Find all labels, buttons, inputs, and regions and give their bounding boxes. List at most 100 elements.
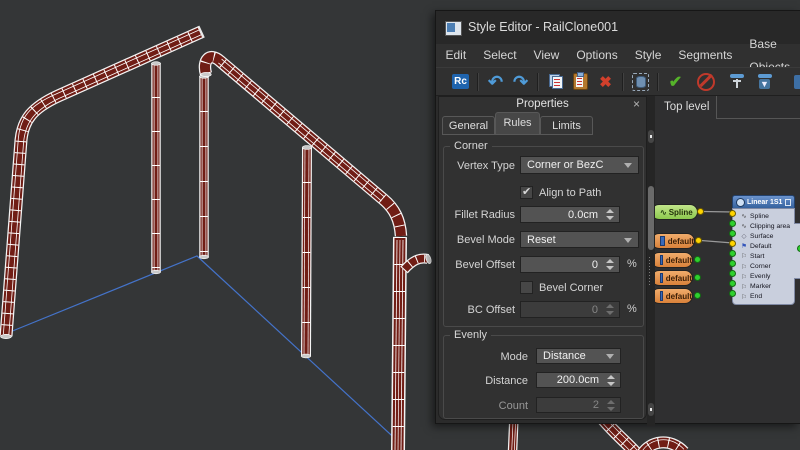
dock-top-icon[interactable]: [727, 72, 747, 92]
properties-scrollbar[interactable]: [647, 96, 655, 426]
node-default-1[interactable]: default: [655, 233, 695, 249]
generator-input-dot-spline[interactable]: [729, 210, 736, 217]
toolbar-separator: [622, 73, 624, 91]
node-canvas[interactable]: ∿ Spline default default: [655, 119, 800, 423]
splitter-grip[interactable]: [648, 257, 654, 285]
dock-down-icon[interactable]: ▼: [755, 72, 775, 92]
generator-input-row[interactable]: ⚐ Start: [740, 251, 794, 261]
fillet-radius-spinner[interactable]: [602, 207, 617, 222]
paste-icon[interactable]: [571, 72, 591, 92]
node-linear-generator[interactable]: Linear 1S1 ∿ Spline ∿ Clipping area: [732, 195, 795, 305]
generator-input-dot-corner[interactable]: [729, 260, 736, 267]
discard-icon[interactable]: [696, 72, 716, 92]
menu-segments[interactable]: Segments: [670, 44, 741, 67]
generator-input-dot-default[interactable]: [729, 240, 736, 247]
bevel-mode-dropdown[interactable]: Reset: [520, 231, 639, 248]
node-default-2-output-dot[interactable]: [694, 256, 701, 263]
toolbar-separator: [537, 73, 539, 91]
close-icon[interactable]: ×: [633, 97, 640, 112]
redo-icon[interactable]: ↷: [511, 72, 531, 92]
generator-input-row[interactable]: ∿ Clipping area: [740, 221, 794, 231]
segment-icon: [660, 273, 663, 283]
generator-input-dot-end[interactable]: [729, 290, 736, 297]
wireframe-post-c: [301, 146, 312, 358]
segment-icon: [660, 236, 665, 246]
menu-view[interactable]: View: [525, 44, 568, 67]
scroll-thumb[interactable]: [648, 186, 654, 250]
count-label: Count: [444, 398, 528, 414]
corner-group: Corner Vertex Type Corner or BezC Align …: [443, 146, 644, 327]
tab-limits[interactable]: Limits: [540, 116, 593, 135]
pin-icon[interactable]: [785, 199, 791, 206]
generator-input-row[interactable]: ⚑ Default: [740, 241, 794, 251]
fillet-radius-field[interactable]: 0.0cm: [520, 206, 620, 223]
node-default-3-output-dot[interactable]: [694, 274, 701, 281]
node-spline-output-dot[interactable]: [697, 208, 704, 215]
align-to-path-checkbox[interactable]: [520, 186, 533, 199]
node-default-2[interactable]: default: [655, 252, 693, 268]
bevel-offset-unit: %: [627, 258, 637, 270]
generator-input-row[interactable]: ⚐ Marker: [740, 282, 794, 292]
node-editor-tabbar: Top level: [655, 96, 800, 119]
chevron-down-icon: [624, 238, 632, 243]
flag-icon: ⚐: [740, 263, 748, 271]
bevel-corner-checkbox[interactable]: [520, 281, 533, 294]
mode-label: Mode: [444, 349, 528, 365]
generator-input-dot-start[interactable]: [729, 250, 736, 257]
segment-icon: [660, 255, 663, 265]
generator-header[interactable]: Linear 1S1: [732, 195, 795, 208]
tab-top-level[interactable]: Top level: [655, 96, 717, 119]
toolbar-separator: [657, 73, 659, 91]
array-record-icon[interactable]: [631, 72, 651, 92]
segment-icon: [660, 291, 663, 301]
bevel-offset-field[interactable]: 0: [520, 256, 620, 273]
node-default-4[interactable]: default: [655, 288, 693, 304]
style-editor-icon: [445, 21, 462, 36]
scroll-button-bottom[interactable]: [648, 403, 654, 416]
align-to-path-label: Align to Path: [539, 187, 601, 199]
distance-field[interactable]: 200.0cm: [536, 372, 621, 388]
undo-icon[interactable]: ↶: [486, 72, 506, 92]
generator-title: Linear 1S1: [747, 199, 782, 206]
generator-input-row[interactable]: ∿ Spline: [740, 211, 794, 221]
clipped-toolbar-icon[interactable]: [794, 75, 800, 89]
node-default-3[interactable]: default: [655, 270, 693, 286]
count-field: 2: [536, 397, 621, 413]
tab-rules[interactable]: Rules: [495, 112, 540, 135]
generator-icon: [736, 198, 745, 207]
menu-style[interactable]: Style: [626, 44, 670, 67]
railclone-logo-icon[interactable]: Rc: [451, 72, 471, 92]
vertex-type-dropdown[interactable]: Corner or BezC: [520, 156, 639, 174]
style-editor-window: Style Editor - RailClone001 Edit Select …: [435, 10, 800, 424]
node-default-4-output-dot[interactable]: [694, 292, 701, 299]
generator-input-row[interactable]: ◇ Surface: [740, 231, 794, 241]
delete-icon[interactable]: ✖: [596, 72, 616, 92]
bevel-offset-spinner[interactable]: [602, 257, 617, 272]
spline-curve-icon: ∿: [740, 222, 748, 230]
evenly-group-title: Evenly: [450, 329, 491, 341]
mode-dropdown[interactable]: Distance: [536, 348, 621, 364]
generator-input-dot-evenly[interactable]: [729, 270, 736, 277]
distance-spinner[interactable]: [603, 373, 618, 387]
menu-options[interactable]: Options: [568, 44, 626, 67]
bc-offset-spinner: [602, 302, 617, 317]
bevel-corner-label: Bevel Corner: [539, 282, 603, 294]
generator-input-row[interactable]: ⚐ End: [740, 292, 794, 302]
scroll-button-top[interactable]: [648, 130, 654, 143]
menu-select[interactable]: Select: [475, 44, 525, 67]
copy-icon[interactable]: [546, 72, 566, 92]
generator-input-dot-marker[interactable]: [729, 280, 736, 287]
apply-check-icon[interactable]: ✔: [666, 72, 686, 92]
node-default-1-output-dot[interactable]: [695, 237, 702, 244]
menu-edit[interactable]: Edit: [437, 44, 475, 67]
generator-input-dot-clipping[interactable]: [729, 220, 736, 227]
generator-input-row[interactable]: ⚐ Evenly: [740, 272, 794, 282]
flag-icon: ⚐: [740, 252, 748, 260]
generator-input-dot-surface[interactable]: [729, 230, 736, 237]
tab-general[interactable]: General: [442, 116, 495, 135]
wireframe-post-b: [199, 75, 208, 259]
node-spline[interactable]: ∿ Spline: [655, 204, 698, 220]
properties-panel-header[interactable]: Properties ×: [439, 97, 646, 113]
menubar: Edit Select View Options Style Segments …: [436, 44, 800, 67]
generator-input-row[interactable]: ⚐ Corner: [740, 262, 794, 272]
